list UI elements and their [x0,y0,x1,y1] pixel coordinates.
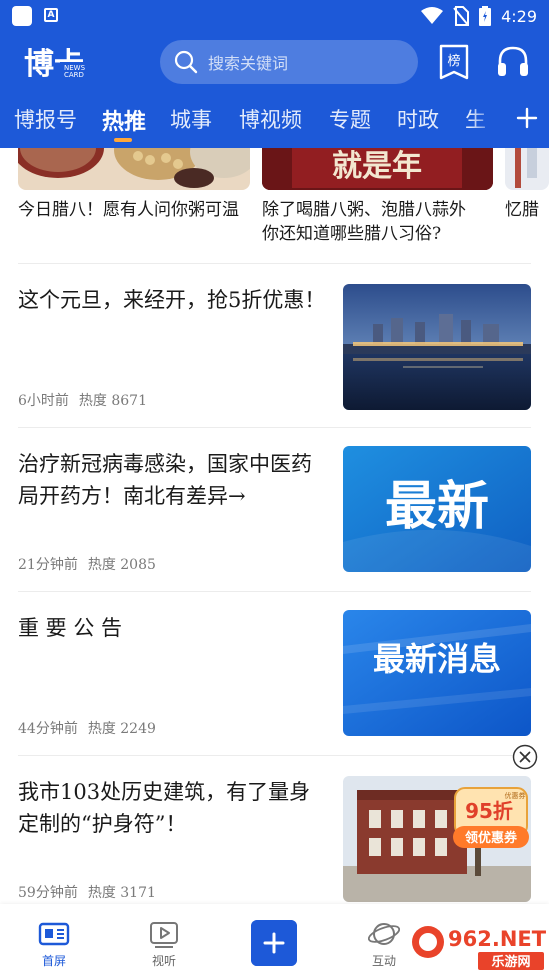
app-header: A 4:29 博卡 NEWS CARD 搜索关键词 榜 博报号 热推 城事 博视… [0,0,549,148]
tab-video[interactable]: 博视频 [239,104,302,134]
article-heat: 热度 8671 [78,393,148,409]
article-title[interactable]: 重 要 公 告 [18,612,328,644]
nav-home-label: 首屏 [41,954,66,968]
tab-hot[interactable]: 热推 [102,104,146,136]
article-thumbnail[interactable]: 最新 [343,446,531,572]
article-title[interactable]: 这个元旦，来经开，抢5折优惠！ [18,284,328,316]
site-watermark: 962.NET 乐游网 [412,926,546,970]
tab-bobaohao[interactable]: 博报号 [14,104,77,134]
status-time: 4:29 [501,6,537,26]
plus-icon [516,107,538,129]
watermark-line2: 乐游网 [491,954,530,970]
article-meta: 44分钟前 热度 2249 [18,718,156,738]
strip-caption-2-line1[interactable]: 除了喝腊八粥、泡腊八蒜外 [262,198,466,222]
video-play-icon [150,922,178,948]
article-thumbnail[interactable]: 最新消息 [343,610,531,736]
active-tab-indicator [114,138,132,142]
coupon-ad[interactable]: 95折 优惠券 领优惠券 [453,787,529,848]
article-heat: 热度 2249 [87,721,156,737]
article-time: 21分钟前 [18,557,78,573]
divider [18,755,531,756]
ranking-label: 榜 [447,53,460,69]
battery-icon [479,6,492,26]
close-ad-icon[interactable] [512,744,538,770]
no-sim-icon [453,6,470,26]
nav-media-label: 视听 [151,954,176,968]
article-title[interactable]: 治疗新冠病毒感染，国家中医药局开药方！南北有差异→ [18,448,328,512]
article-meta: 6小时前 热度 8671 [18,390,147,410]
article-heat: 热度 3171 [87,885,156,901]
ranking-button[interactable]: 榜 [438,44,470,80]
wifi-icon [421,7,444,24]
article-item[interactable]: 治疗新冠病毒感染，国家中医药局开药方！南北有差异→ 21分钟前 热度 2085 最… [0,446,549,612]
article-thumbnail[interactable]: 95折 优惠券 领优惠券 [343,776,531,902]
divider [18,263,531,264]
headphones-icon[interactable] [496,44,530,78]
coupon-button: 领优惠券 [465,830,518,846]
strip-image-2-text: 就是年 [332,149,422,184]
nav-home[interactable]: 首屏 [24,918,84,969]
planet-icon [368,923,400,945]
coupon-corner: 优惠券 [505,791,526,800]
thumb-text: 最新消息 [373,640,501,678]
nav-interact-label: 互动 [371,954,396,968]
home-news-icon [38,922,70,946]
article-title[interactable]: 我市103处历史建筑，有了量身定制的“护身符”！ [18,776,328,840]
tab-politics[interactable]: 时政 [397,104,439,134]
divider [18,427,531,428]
app-notification-icon: A [44,8,58,22]
article-thumbnail[interactable] [343,284,531,410]
strip-caption-1[interactable]: 今日腊八！愿有人问你粥可温 [18,198,239,222]
nav-interact[interactable]: 互动 [354,918,414,969]
nav-media[interactable]: 视听 [134,918,194,969]
article-time: 44分钟前 [18,721,78,737]
channel-tabs: 博报号 热推 城事 博视频 专题 时政 生 [0,98,549,146]
watermark-line1: 962.NET [448,927,546,951]
bokа-logo[interactable]: 博卡 NEWS CARD [24,42,96,82]
strip-image-3[interactable] [505,148,549,190]
coupon-discount: 95折 [465,799,513,823]
article-time: 59分钟前 [18,885,78,901]
add-channel-button[interactable] [500,98,549,146]
strip-caption-2-line2[interactable]: 你还知道哪些腊八习俗? [262,222,441,246]
article-time: 6小时前 [18,393,69,409]
featured-strip: 就是年 今日腊八！愿有人问你粥可温 除了喝腊八粥、泡腊八蒜外 你还知道哪些腊八习… [0,148,549,260]
tab-city[interactable]: 城事 [170,104,212,134]
tab-topics[interactable]: 专题 [329,104,371,134]
article-heat: 热度 2085 [87,557,156,573]
strip-caption-3[interactable]: 忆腊 [505,198,539,222]
article-meta: 21分钟前 热度 2085 [18,554,156,574]
publish-button[interactable] [251,920,297,966]
status-bar: A 4:29 [0,0,549,32]
search-placeholder: 搜索关键词 [208,54,289,73]
strip-image-2[interactable]: 就是年 [262,148,493,190]
search-bar[interactable]: 搜索关键词 [160,40,418,84]
thumb-text: 最新 [385,477,489,537]
notification-icon [12,6,32,26]
svg-text:CARD: CARD [64,71,84,79]
strip-image-1[interactable] [18,148,250,190]
article-item[interactable]: 这个元旦，来经开，抢5折优惠！ 6小时前 热度 8671 [0,284,549,448]
search-icon [174,50,198,74]
article-meta: 59分钟前 热度 3171 [18,882,156,902]
divider [18,591,531,592]
article-item[interactable]: 重 要 公 告 44分钟前 热度 2249 最新消息 [0,610,549,776]
